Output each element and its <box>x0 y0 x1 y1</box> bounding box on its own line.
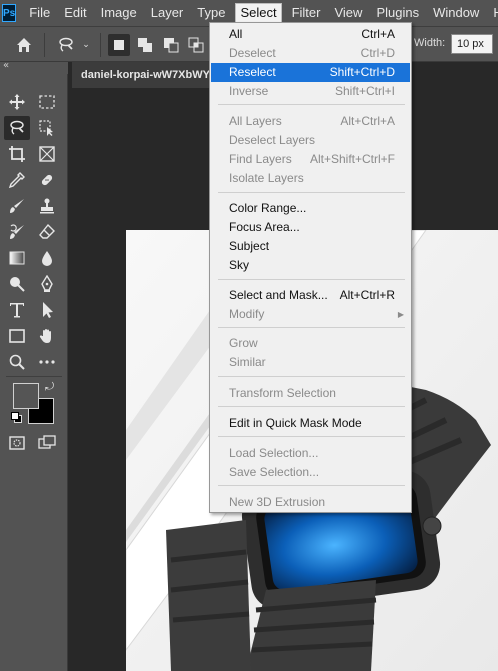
menu-item-save-selection[interactable]: Save Selection... <box>211 463 410 482</box>
menu-item-find-layers[interactable]: Find Layers Alt+Shift+Ctrl+F <box>211 150 410 169</box>
menu-item-deselect[interactable]: Deselect Ctrl+D <box>211 44 410 63</box>
menu-layer[interactable]: Layer <box>144 3 191 23</box>
document-tab[interactable]: daniel-korpai-wW7XbWY <box>72 62 222 88</box>
menu-item-isolate-layers[interactable]: Isolate Layers <box>211 169 410 188</box>
collapse-panel-icon[interactable]: « <box>3 60 9 71</box>
path-select-icon[interactable] <box>34 298 60 322</box>
menu-filter[interactable]: Filter <box>285 3 328 23</box>
lasso-icon[interactable] <box>54 34 78 56</box>
gradient-icon[interactable] <box>4 246 30 270</box>
menu-separator <box>218 376 405 377</box>
stamp-icon[interactable] <box>34 194 60 218</box>
healing-brush-icon[interactable] <box>34 168 60 192</box>
crop-icon[interactable] <box>4 142 30 166</box>
menu-item-color-range[interactable]: Color Range... <box>211 199 410 218</box>
menu-item-all[interactable]: All Ctrl+A <box>211 25 410 44</box>
blur-icon[interactable] <box>34 246 60 270</box>
menu-item-quick-mask[interactable]: Edit in Quick Mask Mode <box>211 414 410 433</box>
menu-separator <box>218 327 405 328</box>
menu-item-grow[interactable]: Grow <box>211 334 410 353</box>
brush-icon[interactable] <box>4 194 30 218</box>
menu-file[interactable]: File <box>22 3 57 23</box>
select-menu-dropdown: All Ctrl+A Deselect Ctrl+D Reselect Shift+C… <box>209 22 412 513</box>
new-selection-icon[interactable] <box>108 34 130 56</box>
menu-item-similar[interactable]: Similar <box>211 353 410 372</box>
zoom-icon[interactable] <box>4 350 30 374</box>
width-value: 10 px <box>457 38 484 50</box>
lasso-tool-icon[interactable] <box>4 116 30 140</box>
subtract-selection-icon[interactable] <box>160 34 182 56</box>
eyedropper-icon[interactable] <box>4 168 30 192</box>
menu-edit[interactable]: Edit <box>57 3 93 23</box>
foreground-color-swatch[interactable] <box>13 383 39 409</box>
menu-separator <box>218 406 405 407</box>
menu-item-select-and-mask[interactable]: Select and Mask... Alt+Ctrl+R <box>211 286 410 305</box>
marquee-icon[interactable] <box>34 90 60 114</box>
menu-help[interactable]: Help <box>486 3 498 23</box>
menu-item-all-layers[interactable]: All Layers Alt+Ctrl+A <box>211 112 410 131</box>
menu-item-sky[interactable]: Sky <box>211 256 410 275</box>
add-selection-icon[interactable] <box>134 34 156 56</box>
menu-separator <box>218 485 405 486</box>
more-icon[interactable] <box>34 350 60 374</box>
hand-icon[interactable] <box>34 324 60 348</box>
menu-item-deselect-layers[interactable]: Deselect Layers <box>211 131 410 150</box>
menu-separator <box>218 104 405 105</box>
chevron-right-icon: ▶ <box>397 310 404 319</box>
width-label: Width: <box>414 37 446 49</box>
menu-item-new-3d-extrusion[interactable]: New 3D Extrusion <box>211 493 410 512</box>
dodge-icon[interactable] <box>4 272 30 296</box>
ps-logo-icon: Ps <box>2 4 17 22</box>
history-brush-icon[interactable] <box>4 220 30 244</box>
frame-icon[interactable] <box>34 142 60 166</box>
menu-view[interactable]: View <box>327 3 369 23</box>
menu-item-modify[interactable]: Modify ▶ <box>211 305 410 324</box>
toolbar-header <box>0 62 68 74</box>
menu-plugins[interactable]: Plugins <box>369 3 426 23</box>
eraser-icon[interactable] <box>34 220 60 244</box>
tools-panel: ⤾ <box>0 74 68 671</box>
screen-mode-icon[interactable] <box>34 431 60 455</box>
rectangle-icon[interactable] <box>4 324 30 348</box>
default-colors-icon[interactable] <box>11 412 22 423</box>
swap-colors-icon[interactable]: ⤾ <box>45 380 54 394</box>
menu-item-reselect[interactable]: Reselect Shift+Ctrl+D <box>211 63 410 82</box>
menu-window[interactable]: Window <box>426 3 486 23</box>
menu-separator <box>218 436 405 437</box>
type-icon[interactable] <box>4 298 30 322</box>
home-icon[interactable] <box>12 34 36 56</box>
menu-item-inverse[interactable]: Inverse Shift+Ctrl+I <box>211 82 410 101</box>
menu-separator <box>218 192 405 193</box>
menu-image[interactable]: Image <box>94 3 144 23</box>
menu-item-focus-area[interactable]: Focus Area... <box>211 218 410 237</box>
quick-mask-icon[interactable] <box>4 431 30 455</box>
intersect-selection-icon[interactable] <box>186 34 206 56</box>
width-input[interactable]: 10 px <box>451 34 493 54</box>
menu-item-subject[interactable]: Subject <box>211 237 410 256</box>
menu-separator <box>218 279 405 280</box>
chevron-down-icon[interactable]: ⌄ <box>80 34 92 56</box>
move-icon[interactable] <box>4 90 30 114</box>
menu-item-load-selection[interactable]: Load Selection... <box>211 444 410 463</box>
menu-select[interactable]: Select <box>235 3 282 23</box>
menu-type[interactable]: Type <box>190 3 232 23</box>
pen-icon[interactable] <box>34 272 60 296</box>
menu-item-transform-selection[interactable]: Transform Selection <box>211 384 410 403</box>
object-select-icon[interactable] <box>34 116 60 140</box>
